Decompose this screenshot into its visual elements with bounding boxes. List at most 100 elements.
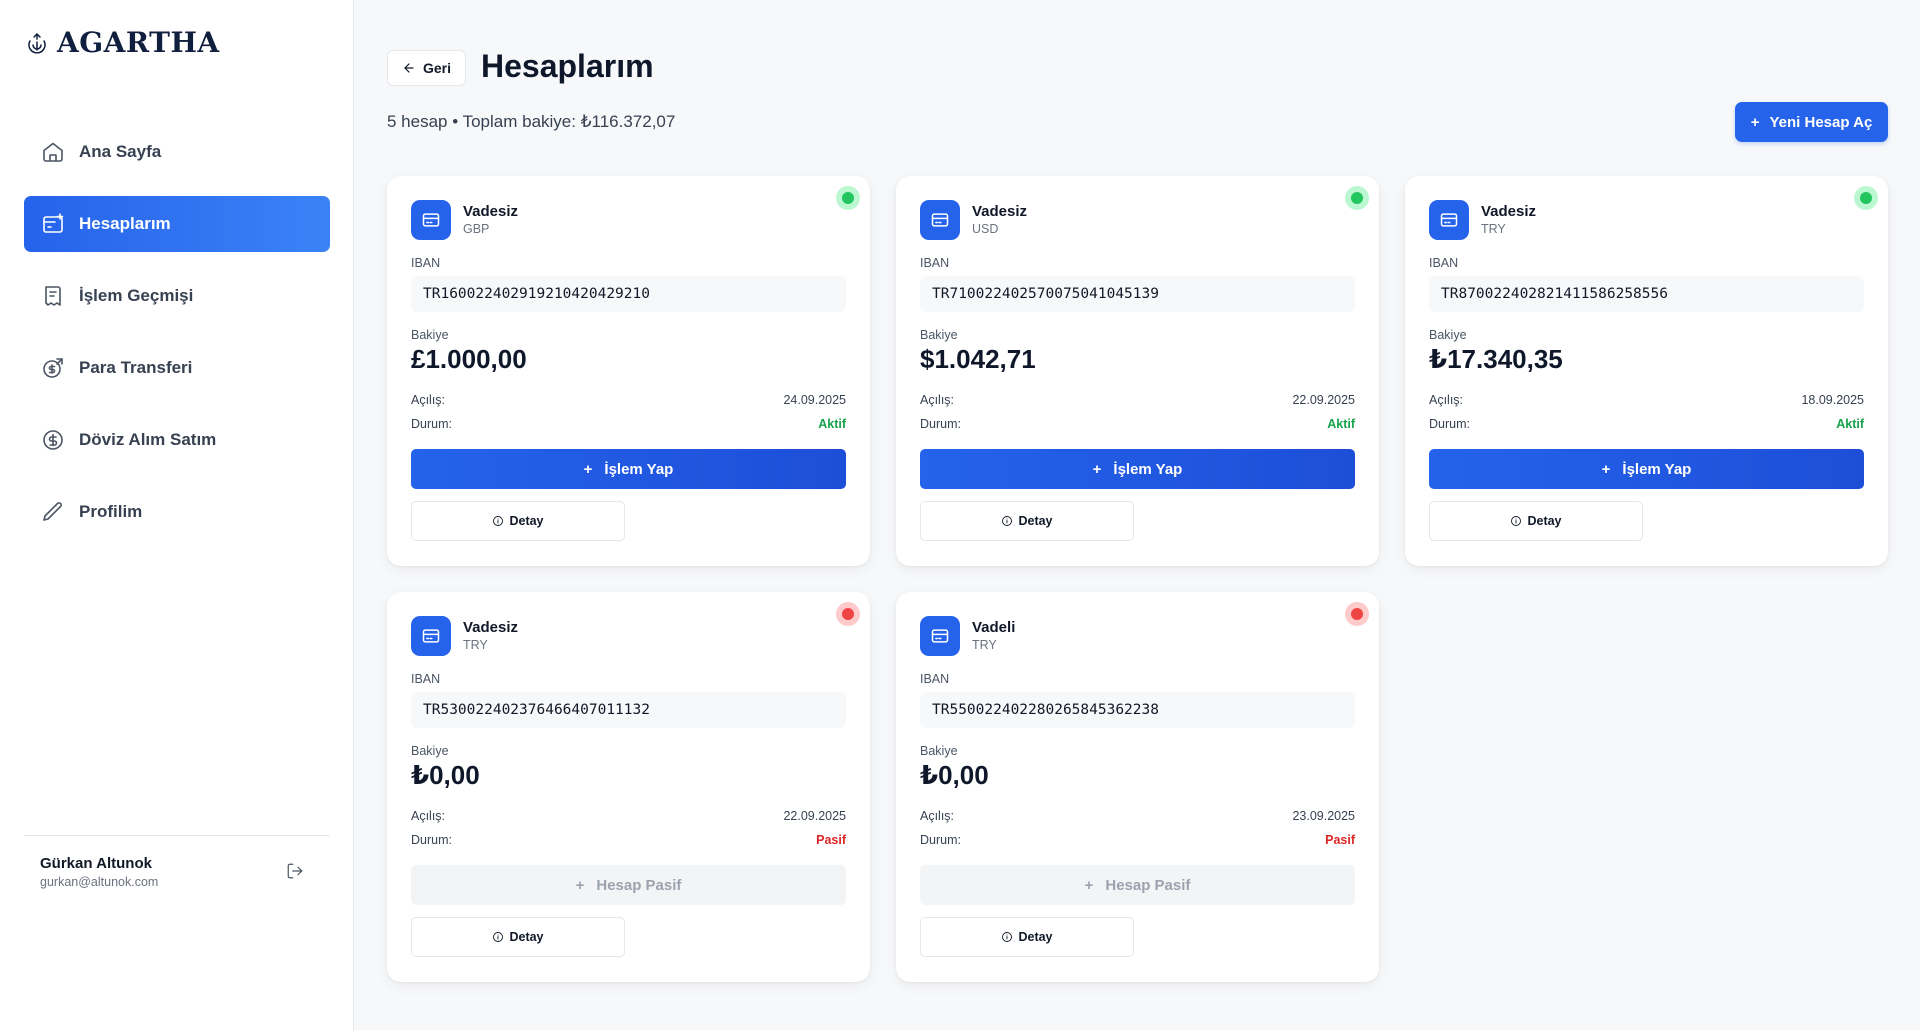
balance-label: Bakiye (411, 328, 449, 342)
sidebar-item-label: Ana Sayfa (79, 142, 162, 161)
home-icon (43, 142, 63, 162)
logo[interactable]: AGARTHA (25, 26, 220, 59)
accounts-summary: 5 hesap • Toplam bakiye: ₺116.372,07 (387, 112, 676, 131)
account-type: Vadesiz (972, 203, 1028, 220)
balance-label: Bakiye (411, 744, 449, 758)
iban-value[interactable]: TR870022402821411586258556 (1429, 276, 1864, 312)
card-icon (411, 200, 451, 240)
opened-label: Açılış: (920, 809, 955, 823)
sidebar-item-profile[interactable]: Profilim (24, 484, 330, 540)
status-indicator (1345, 602, 1369, 626)
iban-label: IBAN (920, 256, 950, 270)
transaction-button-label: İşlem Yap (604, 460, 674, 478)
sidebar-item-accounts[interactable]: Hesaplarım (24, 196, 330, 252)
opened-date: 22.09.2025 (783, 809, 846, 823)
transaction-button[interactable]: + İşlem Yap (1429, 449, 1864, 489)
wallet-icon (43, 213, 64, 233)
receipt-icon (45, 286, 61, 306)
iban-label: IBAN (920, 672, 950, 686)
logout-button[interactable] (286, 862, 306, 882)
opened-label: Açılış: (920, 393, 955, 407)
balance-value: ₺17.340,35 (1429, 344, 1563, 374)
iban-value[interactable]: TR530022402376466407011132 (411, 692, 846, 728)
iban-label: IBAN (1429, 256, 1459, 270)
card-icon (1429, 200, 1469, 240)
back-button[interactable]: Geri (387, 50, 467, 86)
transfer-icon (43, 358, 63, 378)
page-title: Hesaplarım (481, 48, 654, 84)
status-label: Durum: (411, 833, 452, 847)
new-account-button[interactable]: + Yeni Hesap Aç (1735, 102, 1888, 142)
detail-button[interactable]: Detay (411, 917, 625, 957)
pencil-icon (43, 502, 62, 521)
sidebar-nav: Ana Sayfa Hesaplarım İşlem Geçmişi Para … (24, 124, 330, 556)
status-row: Durum: Pasif (411, 833, 846, 847)
sidebar-item-label: Profilim (79, 502, 143, 521)
status-indicator (836, 602, 860, 626)
sidebar-item-home[interactable]: Ana Sayfa (24, 124, 330, 180)
account-currency: TRY (463, 638, 488, 652)
transaction-button-label: Hesap Pasif (596, 876, 682, 894)
iban-value[interactable]: TR550022402280265845362238 (920, 692, 1355, 728)
logout-icon (287, 863, 303, 879)
sidebar-item-history[interactable]: İşlem Geçmişi (24, 268, 330, 324)
iban-value[interactable]: TR710022402570075041045139 (920, 276, 1355, 312)
account-type: Vadesiz (463, 203, 519, 220)
transaction-button[interactable]: + İşlem Yap (411, 449, 846, 489)
status-value: Pasif (1325, 833, 1355, 847)
logo-text: AGARTHA (57, 26, 220, 59)
logo-icon (28, 32, 46, 54)
detail-button-label: Detay (509, 930, 544, 944)
iban-label: IBAN (411, 256, 441, 270)
iban-value[interactable]: TR160022402919210420429210 (411, 276, 846, 312)
account-card: Vadesiz TRY IBAN TR530022402376466407011… (387, 592, 870, 982)
transaction-button-label: Hesap Pasif (1105, 876, 1191, 894)
info-icon (493, 932, 504, 942)
status-value: Aktif (818, 417, 846, 431)
status-row: Durum: Aktif (920, 417, 1355, 431)
opened-date: 23.09.2025 (1292, 809, 1355, 823)
detail-button[interactable]: Detay (411, 501, 625, 541)
account-card: Vadesiz TRY IBAN TR870022402821411586258… (1405, 176, 1888, 566)
balance-value: £1.000,00 (411, 344, 527, 374)
sidebar-item-exchange[interactable]: Döviz Alım Satım (24, 412, 330, 468)
opened-row: Açılış: 24.09.2025 (411, 393, 846, 407)
status-row: Durum: Aktif (1429, 417, 1864, 431)
card-icon (920, 616, 960, 656)
status-indicator (836, 186, 860, 210)
status-label: Durum: (920, 417, 961, 431)
detail-button[interactable]: Detay (920, 501, 1134, 541)
balance-label: Bakiye (920, 744, 958, 758)
detail-button[interactable]: Detay (920, 917, 1134, 957)
user-block: Gürkan Altunok gurkan@altunok.com (24, 835, 330, 889)
info-icon (1002, 932, 1013, 942)
account-card: Vadesiz GBP IBAN TR160022402919210420429… (387, 176, 870, 566)
account-card: Vadeli TRY IBAN TR5500224022802658453622… (896, 592, 1379, 982)
new-account-label: Yeni Hesap Aç (1769, 113, 1873, 131)
account-type: Vadeli (972, 619, 1016, 636)
status-value: Aktif (1836, 417, 1864, 431)
opened-row: Açılış: 22.09.2025 (411, 809, 846, 823)
transaction-button: + Hesap Pasif (920, 865, 1355, 905)
status-label: Durum: (1429, 417, 1470, 431)
account-card: Vadesiz USD IBAN TR710022402570075041045… (896, 176, 1379, 566)
account-currency: TRY (1481, 222, 1506, 236)
info-icon (1511, 516, 1522, 526)
back-button-label: Geri (423, 60, 452, 76)
transaction-button-label: İşlem Yap (1622, 460, 1692, 478)
info-icon (1002, 516, 1013, 526)
detail-button[interactable]: Detay (1429, 501, 1643, 541)
status-row: Durum: Aktif (411, 417, 846, 431)
opened-label: Açılış: (411, 809, 446, 823)
balance-value: ₺0,00 (920, 760, 989, 790)
arrow-left-icon (404, 63, 414, 73)
status-row: Durum: Pasif (920, 833, 1355, 847)
detail-button-label: Detay (509, 514, 544, 528)
transaction-button[interactable]: + İşlem Yap (920, 449, 1355, 489)
opened-date: 18.09.2025 (1801, 393, 1864, 407)
sidebar-item-label: Döviz Alım Satım (79, 430, 217, 449)
sidebar-item-label: İşlem Geçmişi (79, 286, 194, 305)
sidebar-item-transfer[interactable]: Para Transferi (24, 340, 330, 396)
status-value: Pasif (816, 833, 846, 847)
status-indicator (1854, 186, 1878, 210)
